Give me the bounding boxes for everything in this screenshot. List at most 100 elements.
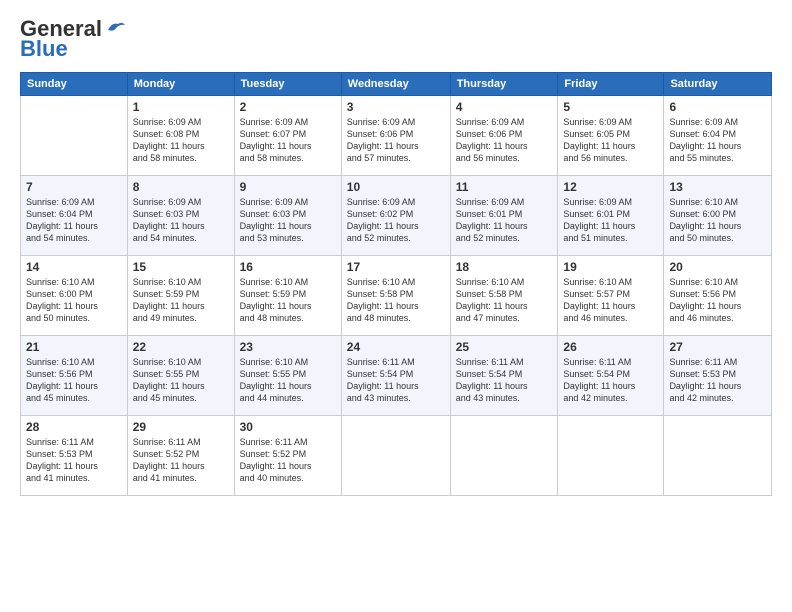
cell-info: Sunrise: 6:09 AM Sunset: 6:03 PM Dayligh…: [240, 196, 336, 245]
calendar-cell: 19 Sunrise: 6:10 AM Sunset: 5:57 PM Dayli…: [558, 256, 664, 336]
cell-info: Sunrise: 6:10 AM Sunset: 6:00 PM Dayligh…: [669, 196, 766, 245]
col-header-sunday: Sunday: [21, 73, 128, 96]
day-number: 20: [669, 260, 766, 274]
logo: General Blue: [20, 16, 126, 62]
calendar-cell: 7 Sunrise: 6:09 AM Sunset: 6:04 PM Daylig…: [21, 176, 128, 256]
day-number: 17: [347, 260, 445, 274]
header: General Blue: [20, 16, 772, 62]
day-number: 5: [563, 100, 658, 114]
cell-info: Sunrise: 6:11 AM Sunset: 5:53 PM Dayligh…: [26, 436, 122, 485]
calendar-cell: 2 Sunrise: 6:09 AM Sunset: 6:07 PM Daylig…: [234, 96, 341, 176]
cell-info: Sunrise: 6:09 AM Sunset: 6:08 PM Dayligh…: [133, 116, 229, 165]
page: General Blue SundayMondayTuesdayWednesda…: [0, 0, 792, 612]
cell-info: Sunrise: 6:10 AM Sunset: 6:00 PM Dayligh…: [26, 276, 122, 325]
col-header-thursday: Thursday: [450, 73, 558, 96]
calendar-cell: 4 Sunrise: 6:09 AM Sunset: 6:06 PM Daylig…: [450, 96, 558, 176]
calendar-cell: 20 Sunrise: 6:10 AM Sunset: 5:56 PM Dayli…: [664, 256, 772, 336]
cell-info: Sunrise: 6:11 AM Sunset: 5:52 PM Dayligh…: [240, 436, 336, 485]
calendar-cell: 28 Sunrise: 6:11 AM Sunset: 5:53 PM Dayli…: [21, 416, 128, 496]
col-header-tuesday: Tuesday: [234, 73, 341, 96]
calendar-cell: 21 Sunrise: 6:10 AM Sunset: 5:56 PM Dayli…: [21, 336, 128, 416]
calendar-cell: [450, 416, 558, 496]
calendar-cell: 24 Sunrise: 6:11 AM Sunset: 5:54 PM Dayli…: [341, 336, 450, 416]
cell-info: Sunrise: 6:10 AM Sunset: 5:59 PM Dayligh…: [133, 276, 229, 325]
day-number: 10: [347, 180, 445, 194]
day-number: 28: [26, 420, 122, 434]
cell-info: Sunrise: 6:11 AM Sunset: 5:54 PM Dayligh…: [563, 356, 658, 405]
cell-info: Sunrise: 6:10 AM Sunset: 5:57 PM Dayligh…: [563, 276, 658, 325]
day-number: 16: [240, 260, 336, 274]
cell-info: Sunrise: 6:10 AM Sunset: 5:56 PM Dayligh…: [669, 276, 766, 325]
day-number: 27: [669, 340, 766, 354]
cell-info: Sunrise: 6:09 AM Sunset: 6:04 PM Dayligh…: [669, 116, 766, 165]
day-number: 18: [456, 260, 553, 274]
day-number: 9: [240, 180, 336, 194]
calendar-cell: 12 Sunrise: 6:09 AM Sunset: 6:01 PM Dayli…: [558, 176, 664, 256]
cell-info: Sunrise: 6:09 AM Sunset: 6:01 PM Dayligh…: [563, 196, 658, 245]
cell-info: Sunrise: 6:09 AM Sunset: 6:01 PM Dayligh…: [456, 196, 553, 245]
cell-info: Sunrise: 6:09 AM Sunset: 6:07 PM Dayligh…: [240, 116, 336, 165]
cell-info: Sunrise: 6:11 AM Sunset: 5:54 PM Dayligh…: [347, 356, 445, 405]
day-number: 26: [563, 340, 658, 354]
cell-info: Sunrise: 6:10 AM Sunset: 5:55 PM Dayligh…: [133, 356, 229, 405]
calendar-cell: 6 Sunrise: 6:09 AM Sunset: 6:04 PM Daylig…: [664, 96, 772, 176]
cell-info: Sunrise: 6:10 AM Sunset: 5:55 PM Dayligh…: [240, 356, 336, 405]
calendar-cell: 3 Sunrise: 6:09 AM Sunset: 6:06 PM Daylig…: [341, 96, 450, 176]
calendar-cell: 5 Sunrise: 6:09 AM Sunset: 6:05 PM Daylig…: [558, 96, 664, 176]
cell-info: Sunrise: 6:11 AM Sunset: 5:52 PM Dayligh…: [133, 436, 229, 485]
day-number: 23: [240, 340, 336, 354]
day-number: 22: [133, 340, 229, 354]
calendar-cell: 22 Sunrise: 6:10 AM Sunset: 5:55 PM Dayli…: [127, 336, 234, 416]
day-number: 2: [240, 100, 336, 114]
calendar-cell: 26 Sunrise: 6:11 AM Sunset: 5:54 PM Dayli…: [558, 336, 664, 416]
day-number: 19: [563, 260, 658, 274]
cell-info: Sunrise: 6:09 AM Sunset: 6:06 PM Dayligh…: [347, 116, 445, 165]
cell-info: Sunrise: 6:10 AM Sunset: 5:56 PM Dayligh…: [26, 356, 122, 405]
cell-info: Sunrise: 6:09 AM Sunset: 6:02 PM Dayligh…: [347, 196, 445, 245]
day-number: 14: [26, 260, 122, 274]
calendar-table: SundayMondayTuesdayWednesdayThursdayFrid…: [20, 72, 772, 496]
cell-info: Sunrise: 6:10 AM Sunset: 5:58 PM Dayligh…: [456, 276, 553, 325]
col-header-saturday: Saturday: [664, 73, 772, 96]
calendar-cell: 9 Sunrise: 6:09 AM Sunset: 6:03 PM Daylig…: [234, 176, 341, 256]
cell-info: Sunrise: 6:10 AM Sunset: 5:59 PM Dayligh…: [240, 276, 336, 325]
day-number: 6: [669, 100, 766, 114]
calendar-cell: 13 Sunrise: 6:10 AM Sunset: 6:00 PM Dayli…: [664, 176, 772, 256]
calendar-cell: 23 Sunrise: 6:10 AM Sunset: 5:55 PM Dayli…: [234, 336, 341, 416]
calendar-cell: 11Sunrise: 6:09 AM Sunset: 6:01 PM Dayli…: [450, 176, 558, 256]
cell-info: Sunrise: 6:11 AM Sunset: 5:54 PM Dayligh…: [456, 356, 553, 405]
cell-info: Sunrise: 6:09 AM Sunset: 6:05 PM Dayligh…: [563, 116, 658, 165]
day-number: 3: [347, 100, 445, 114]
calendar-cell: 27 Sunrise: 6:11 AM Sunset: 5:53 PM Dayli…: [664, 336, 772, 416]
cell-info: Sunrise: 6:11 AM Sunset: 5:53 PM Dayligh…: [669, 356, 766, 405]
day-number: 12: [563, 180, 658, 194]
day-number: 24: [347, 340, 445, 354]
cell-info: Sunrise: 6:09 AM Sunset: 6:03 PM Dayligh…: [133, 196, 229, 245]
calendar-cell: 15 Sunrise: 6:10 AM Sunset: 5:59 PM Dayli…: [127, 256, 234, 336]
calendar-cell: [664, 416, 772, 496]
calendar-cell: 29 Sunrise: 6:11 AM Sunset: 5:52 PM Dayli…: [127, 416, 234, 496]
calendar-cell: 14 Sunrise: 6:10 AM Sunset: 6:00 PM Dayli…: [21, 256, 128, 336]
day-number: 7: [26, 180, 122, 194]
calendar-cell: [341, 416, 450, 496]
day-number: 30: [240, 420, 336, 434]
calendar-cell: 10 Sunrise: 6:09 AM Sunset: 6:02 PM Dayli…: [341, 176, 450, 256]
calendar-cell: 30 Sunrise: 6:11 AM Sunset: 5:52 PM Dayli…: [234, 416, 341, 496]
day-number: 13: [669, 180, 766, 194]
calendar-cell: 16 Sunrise: 6:10 AM Sunset: 5:59 PM Dayli…: [234, 256, 341, 336]
calendar-cell: [558, 416, 664, 496]
day-number: 29: [133, 420, 229, 434]
logo-blue: Blue: [20, 36, 68, 62]
cell-info: Sunrise: 6:09 AM Sunset: 6:04 PM Dayligh…: [26, 196, 122, 245]
day-number: 21: [26, 340, 122, 354]
day-number: 4: [456, 100, 553, 114]
calendar-cell: 18 Sunrise: 6:10 AM Sunset: 5:58 PM Dayli…: [450, 256, 558, 336]
logo-bird-icon: [106, 20, 126, 38]
col-header-wednesday: Wednesday: [341, 73, 450, 96]
cell-info: Sunrise: 6:09 AM Sunset: 6:06 PM Dayligh…: [456, 116, 553, 165]
day-number: 8: [133, 180, 229, 194]
calendar-cell: 25Sunrise: 6:11 AM Sunset: 5:54 PM Dayli…: [450, 336, 558, 416]
day-number: 15: [133, 260, 229, 274]
col-header-monday: Monday: [127, 73, 234, 96]
col-header-friday: Friday: [558, 73, 664, 96]
